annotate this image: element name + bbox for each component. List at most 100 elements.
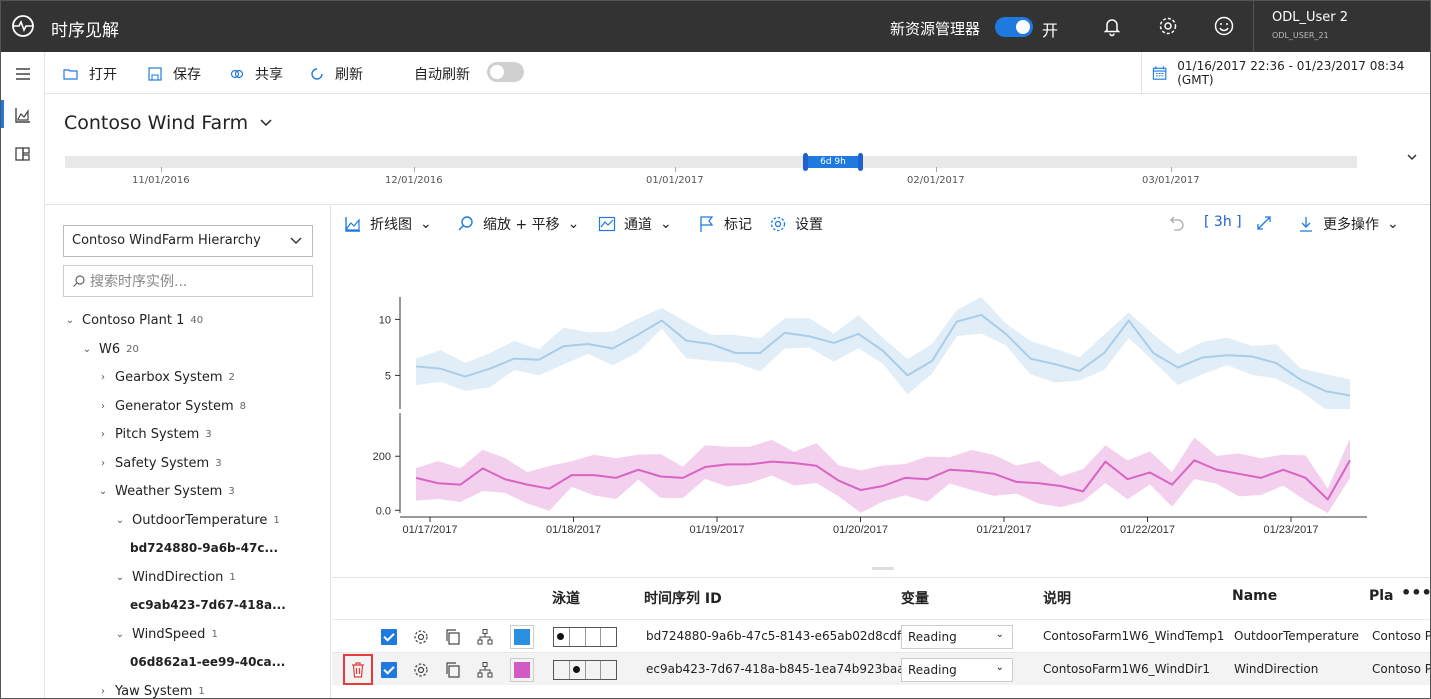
undo-button[interactable] <box>1168 214 1186 232</box>
chevron-right-icon[interactable]: › <box>97 429 109 440</box>
date-range-picker[interactable]: 01/16/2017 22:36 - 01/23/2017 08:34 (GMT… <box>1141 52 1430 94</box>
tree-leaf-instance[interactable]: bd724880-9a6b-47c... <box>130 541 278 555</box>
calendar-icon <box>1152 66 1167 80</box>
variable-value: Reading <box>908 630 957 644</box>
chart-type-dropdown[interactable]: 折线图 ⌄ <box>344 214 432 234</box>
search-input[interactable]: 搜索时序实例... <box>63 265 313 297</box>
timeline-tick: 02/01/2017 <box>907 167 965 186</box>
timeline-brush[interactable]: 6d 9h <box>803 153 863 171</box>
download-icon <box>1300 217 1312 232</box>
auto-refresh-label: 自动刷新 <box>414 67 470 83</box>
tree-node-count: 1 <box>273 514 280 526</box>
chevron-down-icon[interactable]: ⌄ <box>114 515 126 526</box>
fullscreen-button[interactable] <box>1255 214 1273 232</box>
open-button[interactable]: 打开 <box>63 64 117 84</box>
date-range-text: 01/16/2017 22:36 - 01/23/2017 08:34 (GMT… <box>1177 59 1405 87</box>
timeline-tick: 11/01/2016 <box>132 167 190 186</box>
chevron-down-icon[interactable]: ⌄ <box>97 486 109 497</box>
variable-select[interactable]: Reading ⌄ <box>901 625 1013 649</box>
gear-icon[interactable] <box>1157 15 1179 37</box>
tree-node-label: Safety System <box>115 455 210 471</box>
x-tick-label: 01/19/2017 <box>689 524 744 536</box>
user-name[interactable]: ODL_User 2 <box>1272 10 1348 25</box>
chevron-down-icon[interactable]: ⌄ <box>114 629 126 640</box>
color-swatch[interactable] <box>510 658 534 682</box>
zoom-pan-dropdown[interactable]: 缩放 + 平移 ⌄ <box>457 214 579 234</box>
tree-node[interactable]: › Generator System 8 <box>97 399 246 414</box>
color-swatch[interactable] <box>510 625 534 649</box>
chevron-down-icon[interactable]: ⌄ <box>114 572 126 583</box>
tree-node-label: ec9ab423-7d67-418a... <box>130 598 286 612</box>
hierarchy-dropdown[interactable]: Contoso WindFarm Hierarchy <box>63 225 313 257</box>
tree-node[interactable]: ⌄ WindDirection 1 <box>114 570 236 585</box>
chevron-right-icon[interactable]: › <box>97 372 109 383</box>
chevron-down-icon[interactable]: ⌄ <box>64 315 76 326</box>
environment-selector[interactable]: Contoso Wind Farm <box>64 112 272 134</box>
chevron-down-icon: ⌄ <box>567 216 580 232</box>
tree-node[interactable]: ⌄ OutdoorTemperature 1 <box>114 513 280 528</box>
tree-node[interactable]: ⌄ WindSpeed 1 <box>114 627 218 642</box>
variable-select[interactable]: Reading ⌄ <box>901 658 1013 682</box>
more-actions-dropdown[interactable]: 更多操作 ⌄ <box>1297 214 1399 234</box>
line-chart[interactable]: 10 5 200 0.0 01/17/2017 01/18/2017 01/19/2017 0… <box>332 241 1431 576</box>
left-rail <box>1 52 45 698</box>
top-bar: 时序见解 新资源管理器 开 ODL_User 2 ODL_USER_21 <box>1 1 1430 52</box>
hierarchy-selected: Contoso WindFarm Hierarchy <box>72 233 261 248</box>
col-header-name: Name <box>1232 588 1278 604</box>
auto-refresh-toggle[interactable] <box>487 62 524 82</box>
delete-button[interactable] <box>343 654 373 685</box>
tree-node[interactable]: › Gearbox System 2 <box>97 370 235 385</box>
flag-icon <box>700 216 714 232</box>
refresh-button[interactable]: 刷新 <box>309 64 363 84</box>
tree-node-label: WindSpeed <box>132 626 206 642</box>
share-button[interactable]: 共享 <box>229 64 283 84</box>
visible-checkbox[interactable] <box>381 662 397 678</box>
table-row[interactable]: ec9ab423-7d67-418a-b845-1ea74b923baa Rea… <box>332 652 1430 685</box>
analytics-icon[interactable] <box>13 105 33 125</box>
timeline-tick: 01/01/2017 <box>646 167 704 186</box>
hierarchy-icon[interactable] <box>476 661 494 679</box>
save-button[interactable]: 保存 <box>147 64 201 84</box>
tree-node[interactable]: › Pitch System 3 <box>97 427 212 442</box>
availability-timeline[interactable] <box>65 156 1357 168</box>
x-tick-label: 01/21/2017 <box>976 524 1031 536</box>
smiley-icon[interactable] <box>1213 15 1235 37</box>
hierarchy-icon[interactable] <box>476 628 494 646</box>
tree-leaf-instance[interactable]: ec9ab423-7d67-418a... <box>130 598 286 612</box>
chevron-down-icon[interactable]: ⌄ <box>81 344 93 355</box>
hamburger-menu-icon[interactable] <box>13 64 33 84</box>
tree-node[interactable]: › Yaw System 1 <box>97 684 205 699</box>
chevron-right-icon[interactable]: › <box>97 686 109 697</box>
timeline-expand-chevron-icon[interactable] <box>1406 153 1418 161</box>
tree-node-label: Pitch System <box>115 427 200 442</box>
channel-icon <box>598 216 616 232</box>
model-icon[interactable] <box>13 144 33 164</box>
settings-button[interactable]: 设置 <box>769 214 823 234</box>
chart-toolbar: 折线图 ⌄ 缩放 + 平移 ⌄ 通道 ⌄ 标记 设置 [ 3h ] 更多操作 ⌄ <box>332 204 1430 240</box>
tree-node[interactable]: ⌄ W6 20 <box>81 342 139 357</box>
tree-node-label: W6 <box>99 341 121 357</box>
gear-icon[interactable] <box>412 628 430 646</box>
interval-button[interactable]: [ 3h ] <box>1204 214 1242 230</box>
tree-leaf-instance[interactable]: 06d862a1-ee99-40ca... <box>130 655 285 669</box>
lane-selector[interactable] <box>553 627 617 647</box>
visible-checkbox[interactable] <box>381 629 397 645</box>
more-columns-icon[interactable]: ••• <box>1401 583 1430 602</box>
new-explorer-toggle[interactable] <box>995 17 1033 37</box>
tree-node[interactable]: ⌄ Weather System 3 <box>97 484 235 499</box>
chevron-right-icon[interactable]: › <box>97 401 109 412</box>
plant-cell: Contoso Pla <box>1372 629 1430 643</box>
bell-icon[interactable] <box>1101 15 1123 37</box>
tree-node[interactable]: ⌄ Contoso Plant 1 40 <box>64 313 203 328</box>
chevron-right-icon[interactable]: › <box>97 458 109 469</box>
series-range-band <box>416 297 1350 409</box>
marker-button[interactable]: 标记 <box>698 214 752 234</box>
gear-icon[interactable] <box>412 661 430 679</box>
copy-icon[interactable] <box>444 628 462 646</box>
lane-selector[interactable] <box>553 660 617 680</box>
table-row[interactable]: bd724880-9a6b-47c5-8143-e65ab02d8cdf Rea… <box>332 619 1430 652</box>
resize-grip[interactable] <box>872 567 894 570</box>
copy-icon[interactable] <box>444 661 462 679</box>
tree-node[interactable]: › Safety System 3 <box>97 456 222 471</box>
channel-dropdown[interactable]: 通道 ⌄ <box>598 214 672 234</box>
